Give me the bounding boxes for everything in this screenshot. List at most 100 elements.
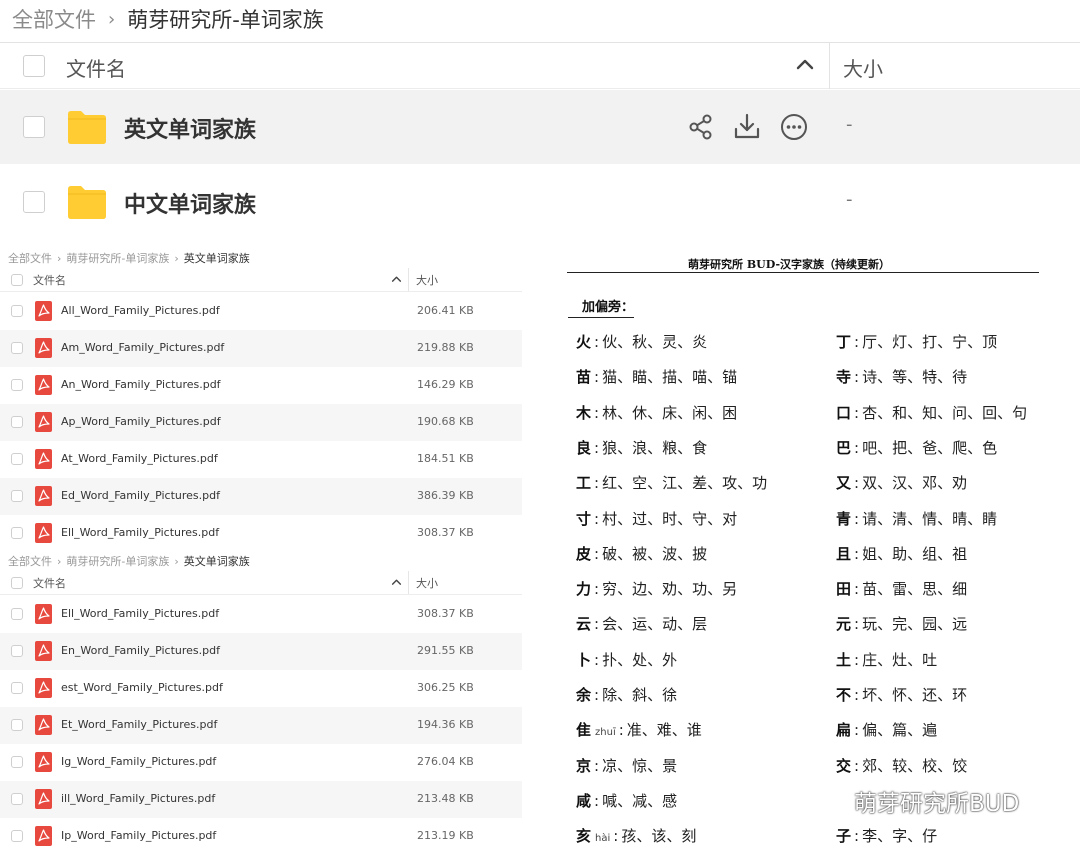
file-name[interactable]: est_Word_Family_Pictures.pdf xyxy=(61,681,223,694)
row-checkbox[interactable] xyxy=(11,416,23,428)
file-size: 194.36 KB xyxy=(417,718,474,731)
separator-colon: : xyxy=(594,686,600,704)
column-divider xyxy=(829,43,830,89)
pdf-file-icon xyxy=(35,789,52,809)
download-icon[interactable] xyxy=(733,113,761,141)
separator-colon: : xyxy=(854,721,860,740)
row-checkbox[interactable] xyxy=(11,645,23,657)
file-name[interactable]: Ed_Word_Family_Pictures.pdf xyxy=(61,489,220,502)
file-row[interactable]: Ell_Word_Family_Pictures.pdf 308.37 KB xyxy=(0,596,522,633)
file-name[interactable]: Et_Word_Family_Pictures.pdf xyxy=(61,718,217,731)
column-header-name[interactable]: 文件名 xyxy=(33,272,66,288)
derived-characters: 林、休、床、闲、困 xyxy=(602,403,738,422)
file-row[interactable]: est_Word_Family_Pictures.pdf 306.25 KB xyxy=(0,670,522,707)
radical: 子 xyxy=(836,827,852,846)
breadcrumb-root[interactable]: 全部文件 xyxy=(8,555,52,568)
row-checkbox[interactable] xyxy=(11,379,23,391)
pdf-file-icon xyxy=(35,604,52,624)
radical: 青 xyxy=(836,509,852,528)
file-row[interactable]: ill_Word_Family_Pictures.pdf 213.48 KB xyxy=(0,781,522,818)
row-checkbox[interactable] xyxy=(11,830,23,842)
derived-characters: 郊、较、校、饺 xyxy=(862,756,968,775)
row-checkbox[interactable] xyxy=(11,490,23,502)
separator-colon: : xyxy=(854,686,860,704)
file-row[interactable]: Ed_Word_Family_Pictures.pdf 386.39 KB xyxy=(0,478,522,515)
character-family-entry: 京: 凉、惊、景 xyxy=(576,754,677,778)
column-header-name[interactable]: 文件名 xyxy=(33,575,66,591)
character-family-entry: 青: 请、清、情、晴、睛 xyxy=(836,507,997,531)
chevron-up-icon[interactable] xyxy=(391,577,402,588)
file-name[interactable]: Ell_Word_Family_Pictures.pdf xyxy=(61,607,219,620)
row-checkbox[interactable] xyxy=(23,191,45,213)
chevron-up-icon[interactable] xyxy=(795,55,815,75)
folder-name[interactable]: 中文单词家族 xyxy=(124,187,256,219)
file-row[interactable]: At_Word_Family_Pictures.pdf 184.51 KB xyxy=(0,441,522,478)
file-size: 308.37 KB xyxy=(417,607,474,620)
file-name[interactable]: An_Word_Family_Pictures.pdf xyxy=(61,378,221,391)
pdf-file-icon xyxy=(35,752,52,772)
row-checkbox[interactable] xyxy=(11,793,23,805)
file-row[interactable]: Am_Word_Family_Pictures.pdf 219.88 KB xyxy=(0,330,522,367)
file-row[interactable]: Ip_Word_Family_Pictures.pdf 213.19 KB xyxy=(0,818,522,849)
radical: 且 xyxy=(836,544,852,563)
file-row[interactable]: Ell_Word_Family_Pictures.pdf 308.37 KB xyxy=(0,515,522,552)
select-all-checkbox[interactable] xyxy=(11,577,23,589)
file-row[interactable]: An_Word_Family_Pictures.pdf 146.29 KB xyxy=(0,367,522,404)
column-header-size[interactable]: 大小 xyxy=(416,272,438,288)
row-checkbox[interactable] xyxy=(11,342,23,354)
wechat-icon xyxy=(810,787,847,814)
radical: 京 xyxy=(576,756,592,775)
radical: 寺 xyxy=(836,368,852,387)
select-all-checkbox[interactable] xyxy=(23,55,45,77)
character-family-entry: 田: 苗、雷、思、细 xyxy=(836,577,967,601)
derived-characters: 红、空、江、差、攻、功 xyxy=(602,474,768,493)
row-checkbox[interactable] xyxy=(11,719,23,731)
file-row[interactable]: Ig_Word_Family_Pictures.pdf 276.04 KB xyxy=(0,744,522,781)
breadcrumb-parent[interactable]: 萌芽研究所-单词家族 xyxy=(66,555,169,568)
folder-row[interactable]: 英文单词家族 - xyxy=(0,90,1080,164)
chevron-up-icon[interactable] xyxy=(391,274,402,285)
file-row[interactable]: All_Word_Family_Pictures.pdf 206.41 KB xyxy=(0,293,522,330)
row-checkbox[interactable] xyxy=(11,756,23,768)
pdf-file-icon xyxy=(35,715,52,735)
file-name[interactable]: All_Word_Family_Pictures.pdf xyxy=(61,304,220,317)
character-family-entry: 扁: 偏、篇、遍 xyxy=(836,718,937,742)
row-checkbox[interactable] xyxy=(11,305,23,317)
more-options-icon[interactable] xyxy=(780,113,808,141)
file-name[interactable]: ill_Word_Family_Pictures.pdf xyxy=(61,792,215,805)
radical: 工 xyxy=(576,474,592,493)
folder-row[interactable]: 中文单词家族 - xyxy=(0,165,1080,239)
file-name[interactable]: Ell_Word_Family_Pictures.pdf xyxy=(61,526,219,539)
file-size: 386.39 KB xyxy=(417,489,474,502)
file-row[interactable]: Ap_Word_Family_Pictures.pdf 190.68 KB xyxy=(0,404,522,441)
chevron-right-icon: › xyxy=(57,555,62,568)
character-family-entry: 苗: 猫、瞄、描、喵、锚 xyxy=(576,365,737,389)
row-checkbox[interactable] xyxy=(23,116,45,138)
file-row[interactable]: Et_Word_Family_Pictures.pdf 194.36 KB xyxy=(0,707,522,744)
derived-characters: 坏、怀、还、环 xyxy=(862,686,968,704)
radical: 寸 xyxy=(576,509,592,528)
breadcrumb-root[interactable]: 全部文件 xyxy=(12,4,96,34)
separator-colon: : xyxy=(854,403,860,422)
file-name[interactable]: En_Word_Family_Pictures.pdf xyxy=(61,644,220,657)
row-checkbox[interactable] xyxy=(11,453,23,465)
row-checkbox[interactable] xyxy=(11,527,23,539)
character-family-entry: 交: 郊、较、校、饺 xyxy=(836,754,967,778)
breadcrumb-root[interactable]: 全部文件 xyxy=(8,252,52,265)
separator-colon: : xyxy=(854,650,860,669)
select-all-checkbox[interactable] xyxy=(11,274,23,286)
column-header-size[interactable]: 大小 xyxy=(416,575,438,591)
row-checkbox[interactable] xyxy=(11,682,23,694)
file-name[interactable]: Ig_Word_Family_Pictures.pdf xyxy=(61,755,216,768)
folder-name[interactable]: 英文单词家族 xyxy=(124,112,256,144)
row-checkbox[interactable] xyxy=(11,608,23,620)
file-name[interactable]: Ap_Word_Family_Pictures.pdf xyxy=(61,415,221,428)
breadcrumb-parent[interactable]: 萌芽研究所-单词家族 xyxy=(66,252,169,265)
column-header-name[interactable]: 文件名 xyxy=(66,53,126,82)
file-row[interactable]: En_Word_Family_Pictures.pdf 291.55 KB xyxy=(0,633,522,670)
file-name[interactable]: Am_Word_Family_Pictures.pdf xyxy=(61,341,224,354)
file-name[interactable]: At_Word_Family_Pictures.pdf xyxy=(61,452,218,465)
share-icon[interactable] xyxy=(687,113,715,141)
file-name[interactable]: Ip_Word_Family_Pictures.pdf xyxy=(61,829,216,842)
column-header-size[interactable]: 大小 xyxy=(843,53,883,82)
